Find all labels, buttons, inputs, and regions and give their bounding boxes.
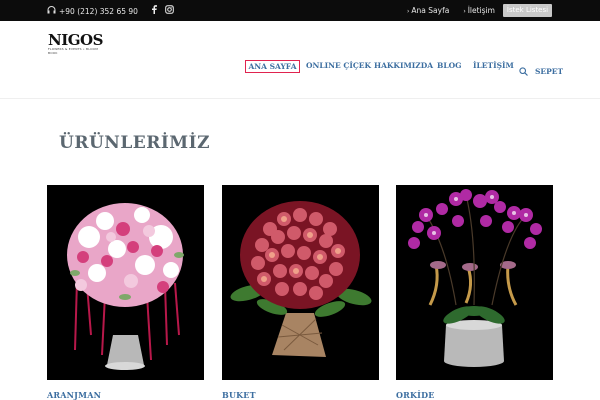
product-label-bouquet[interactable]: BUKET (222, 390, 379, 400)
nav-item-about[interactable]: HAKKIMIZDA (374, 61, 433, 70)
product-image-orchid[interactable] (396, 185, 553, 380)
chevron-right-icon: › (407, 8, 410, 15)
top-link-contact[interactable]: › İletişim (463, 6, 495, 15)
instagram-icon[interactable] (165, 5, 174, 16)
nav-item-home[interactable]: ANA SAYFA (245, 60, 300, 73)
headset-icon (47, 6, 56, 16)
facebook-icon[interactable] (151, 5, 157, 16)
product-label-arrangement[interactable]: ARANJMAN (47, 390, 204, 400)
nav-item-blog[interactable]: BLOG (437, 61, 462, 70)
top-bar: +90 (212) 352 65 90 › Ana Sayfa › İletişim… (0, 0, 600, 21)
logo-wordmark: NIGOS (48, 31, 103, 49)
top-links: › Ana Sayfa › İletişim (407, 6, 495, 15)
site-logo[interactable]: NIGOS FLOWERS & EVENTS • BLOOM BOOK (48, 31, 103, 56)
wishlist-button[interactable]: İstek Listesi (503, 4, 552, 17)
cart-link[interactable]: SEPET (535, 67, 563, 76)
logo-tagline: FLOWERS & EVENTS • BLOOM BOOK (48, 47, 98, 55)
nav-item-contact[interactable]: İLETİŞİM (473, 61, 514, 70)
top-link-home[interactable]: › Ana Sayfa (407, 6, 449, 15)
product-label-orchid[interactable]: ORKİDE (396, 390, 553, 400)
product-card-bouquet[interactable]: BUKET (222, 185, 379, 400)
nav-item-online-flower[interactable]: ONLINE ÇİÇEK (306, 61, 371, 70)
page-title: ÜRÜNLERİMİZ (59, 133, 210, 153)
product-image-bouquet[interactable] (222, 185, 379, 380)
search-icon[interactable] (519, 61, 528, 80)
main-nav: ANA SAYFA ONLINE ÇİÇEK HAKKIMIZDA BLOG İ… (0, 60, 600, 74)
product-card-orchid[interactable]: ORKİDE (396, 185, 553, 400)
phone-contact[interactable]: +90 (212) 352 65 90 (47, 6, 138, 16)
product-image-arrangement[interactable] (47, 185, 204, 380)
product-card-arrangement[interactable]: ARANJMAN (47, 185, 204, 400)
chevron-right-icon: › (463, 8, 466, 15)
phone-number: +90 (212) 352 65 90 (59, 6, 138, 16)
social-links (151, 5, 174, 16)
